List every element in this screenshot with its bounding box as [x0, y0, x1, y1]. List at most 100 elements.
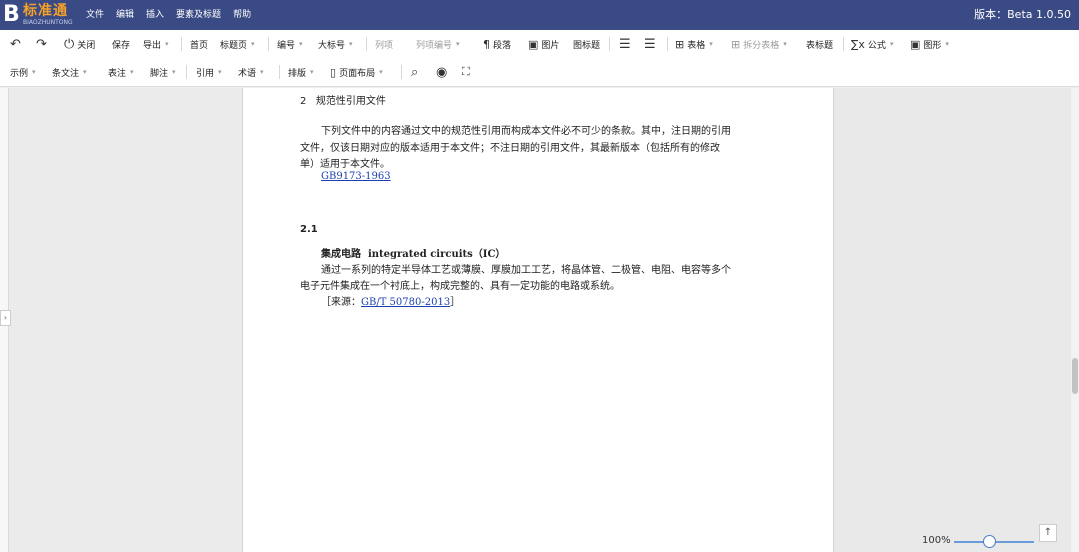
- document-page[interactable]: 2 规范性引用文件 下列文件中的内容通过文中的规范性引用而构成本文件必不可少的条…: [242, 88, 834, 552]
- paragraph-line[interactable]: 下列文件中的内容通过文中的规范性引用而构成本文件必不可少的条款。其中，注日期的引…: [321, 122, 731, 137]
- logo-name: 标准通: [23, 3, 68, 19]
- expand-left-panel-button[interactable]: ›: [0, 310, 11, 326]
- align-justify-icon: ☰: [644, 36, 656, 52]
- redo-button[interactable]: ↷: [36, 30, 50, 58]
- right-panel: [833, 88, 1072, 552]
- zoom-slider-handle[interactable]: [983, 535, 996, 548]
- chevron-down-icon: ▾: [945, 40, 949, 48]
- list-number-dropdown[interactable]: 列项编号 ▾: [416, 30, 460, 58]
- table-note-label: 表注: [108, 68, 127, 79]
- numbering-dropdown[interactable]: 编号 ▾: [277, 30, 303, 58]
- toolbar-primary: ↶ ↷ ⏻ 关闭 保存 导出 ▾ 首页 标题页 ▾ 编号 ▾ 大标号 ▾ 列项 列项编号 ▾…: [0, 30, 1079, 86]
- term-chinese: 集成电路: [321, 249, 361, 260]
- image-button[interactable]: ▣ 图片: [528, 30, 559, 58]
- align-justify-button[interactable]: ☰: [644, 30, 659, 58]
- split-table-dropdown[interactable]: ⊞ 拆分表格 ▾: [731, 30, 787, 58]
- chevron-down-icon: ▾: [218, 68, 222, 76]
- vertical-scrollbar[interactable]: [1071, 88, 1079, 552]
- quote-dropdown[interactable]: 引用 ▾: [196, 58, 222, 86]
- menu-edit[interactable]: 编辑: [116, 0, 134, 30]
- image-label: 图片: [541, 40, 560, 51]
- section-number: 2: [300, 96, 307, 107]
- search-button[interactable]: ⌕: [411, 58, 421, 86]
- version-label: 版本：Beta 1.0.50: [974, 8, 1071, 21]
- list-label: 列项: [375, 40, 394, 51]
- eye-icon: ◉: [436, 64, 448, 80]
- shape-dropdown[interactable]: ▣ 图形 ▾: [910, 30, 949, 58]
- scrollbar-thumb[interactable]: [1072, 358, 1078, 394]
- clause-number[interactable]: 2.1: [300, 224, 318, 235]
- cover-label: 首页: [190, 40, 209, 51]
- section-heading[interactable]: 2 规范性引用文件: [300, 92, 386, 107]
- figure-title-button[interactable]: 图标题: [573, 30, 600, 58]
- preview-button[interactable]: ◉: [436, 58, 450, 86]
- chevron-down-icon: ▾: [379, 68, 383, 76]
- chevron-down-icon: ▾: [165, 40, 169, 48]
- cover-button[interactable]: 首页: [190, 30, 208, 58]
- toolbar-divider: [279, 65, 280, 79]
- scroll-to-top-button[interactable]: ↑: [1039, 524, 1057, 542]
- clause-note-dropdown[interactable]: 条文注 ▾: [52, 58, 87, 86]
- export-dropdown[interactable]: 导出 ▾: [143, 30, 169, 58]
- definition-line[interactable]: 通过一系列的特定半导体工艺或薄膜、厚膜加工工艺，将晶体管、二极管、电阻、电容等多…: [321, 261, 731, 276]
- align-left-icon: ☰: [619, 36, 631, 52]
- example-dropdown[interactable]: 示例 ▾: [10, 58, 36, 86]
- toolbar-divider: [366, 37, 367, 51]
- undo-icon: ↶: [10, 36, 21, 52]
- chevron-right-icon: ›: [3, 313, 8, 322]
- source-link[interactable]: GB/T 50780-2013: [361, 297, 450, 308]
- fullscreen-icon: ⛶: [462, 65, 470, 78]
- table-dropdown[interactable]: ⊞ 表格 ▾: [675, 30, 713, 58]
- save-button[interactable]: 保存: [112, 30, 130, 58]
- source-line[interactable]: ［来源：GB/T 50780-2013］: [321, 293, 460, 308]
- heading-level-label: 大标号: [318, 40, 346, 51]
- table-icon: ⊞: [675, 37, 685, 51]
- split-table-icon: ⊞: [731, 37, 741, 51]
- page-setup-dropdown[interactable]: ▯ 页面布局 ▾: [330, 58, 383, 86]
- table-title-button[interactable]: 表标题: [806, 30, 833, 58]
- align-left-button[interactable]: ☰: [619, 30, 634, 58]
- definition-line[interactable]: 电子元件集成在一个衬底上，构成完整的、具有一定功能的电路或系统。: [300, 277, 620, 292]
- search-icon: ⌕: [411, 64, 419, 80]
- undo-button[interactable]: ↶: [10, 30, 24, 58]
- reference-link[interactable]: GB9173-1963: [321, 171, 391, 182]
- list-button[interactable]: 列项: [375, 30, 393, 58]
- menu-insert[interactable]: 插入: [146, 0, 164, 30]
- menu-help[interactable]: 帮助: [233, 0, 251, 30]
- paragraph-line[interactable]: 单）适用于本文件。: [300, 155, 390, 170]
- chevron-down-icon: ▾: [349, 40, 353, 48]
- toolbar-divider: [186, 65, 187, 79]
- quote-label: 引用: [196, 68, 215, 79]
- chevron-down-icon: ▾: [130, 68, 134, 76]
- logo-subtitle: BIAOZHUNTONG: [23, 19, 73, 26]
- split-table-label: 拆分表格: [743, 40, 780, 51]
- close-button[interactable]: ⏻ 关闭: [64, 30, 95, 58]
- term-heading[interactable]: 集成电路 integrated circuits（IC）: [321, 245, 505, 260]
- formula-dropdown[interactable]: ∑x 公式 ▾: [851, 30, 893, 58]
- paragraph-label: 段落: [493, 40, 512, 51]
- table-note-dropdown[interactable]: 表注 ▾: [108, 58, 134, 86]
- paragraph-button[interactable]: ¶ 段落: [483, 30, 511, 58]
- section-title: 规范性引用文件: [315, 96, 386, 107]
- page-setup-label: 页面布局: [339, 68, 376, 79]
- layout-dropdown[interactable]: 排版 ▾: [288, 58, 314, 86]
- chevron-down-icon: ▾: [251, 40, 255, 48]
- menu-elements[interactable]: 要素及标题: [176, 0, 221, 30]
- footnote-dropdown[interactable]: 脚注 ▾: [150, 58, 176, 86]
- toolbar-divider: [843, 37, 844, 51]
- main-menu: 文件 编辑 插入 要素及标题 帮助: [86, 0, 251, 30]
- term-dropdown[interactable]: 术语 ▾: [238, 58, 264, 86]
- clause-note-label: 条文注: [52, 68, 80, 79]
- title-page-dropdown[interactable]: 标题页 ▾: [220, 30, 255, 58]
- chevron-down-icon: ▾: [783, 40, 787, 48]
- paragraph-line[interactable]: 文件，仅该日期对应的版本适用于本文件；不注日期的引用文件，其最新版本（包括所有的…: [300, 139, 720, 154]
- zoom-label: 100%: [922, 535, 951, 546]
- fullscreen-button[interactable]: ⛶: [462, 58, 473, 86]
- arrow-up-icon: ↑: [1043, 527, 1053, 538]
- heading-level-dropdown[interactable]: 大标号 ▾: [318, 30, 353, 58]
- source-suffix: ］: [450, 297, 461, 308]
- table-label: 表格: [687, 40, 706, 51]
- chevron-down-icon: ▾: [709, 40, 713, 48]
- menu-file[interactable]: 文件: [86, 0, 104, 30]
- term-label: 术语: [238, 68, 257, 79]
